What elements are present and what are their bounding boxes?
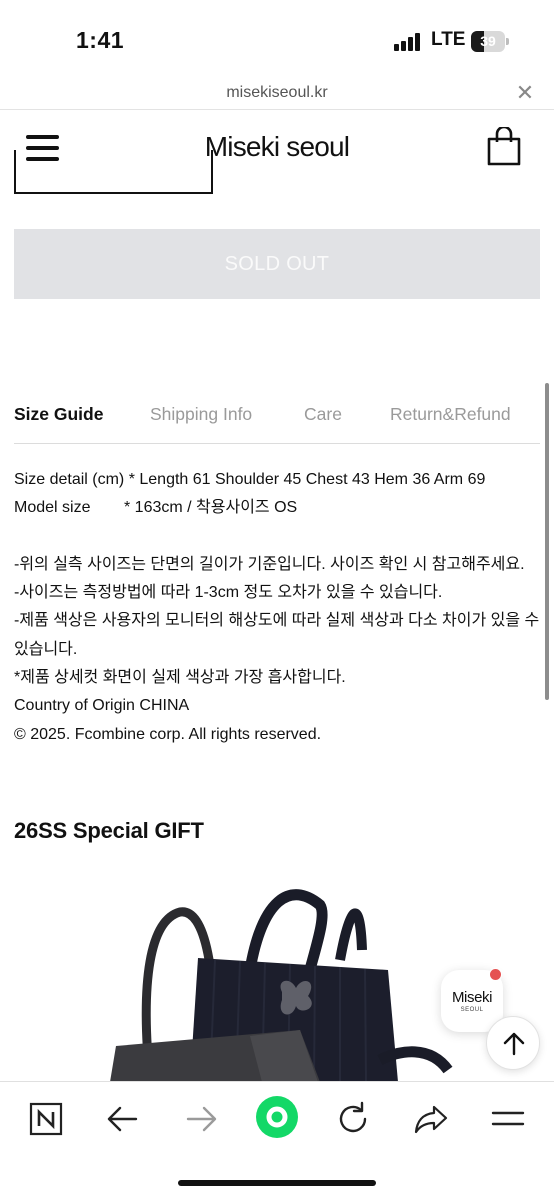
copyright: © 2025. Fcombine corp. All rights reserv…: [14, 725, 322, 743]
floating-logo-subtext: SEOUL: [460, 1007, 484, 1013]
model-size-label: Model size: [14, 499, 91, 517]
size-guide-content: Size detail (cm) * Length 61 Shoulder 45…: [14, 466, 544, 749]
menu-lines-icon[interactable]: [485, 1096, 531, 1142]
close-icon[interactable]: ✕: [514, 80, 536, 106]
battery-level: 39: [480, 33, 496, 49]
back-arrow-icon[interactable]: [100, 1096, 146, 1142]
arrow-up-icon[interactable]: [486, 1016, 540, 1070]
status-bar: 1:41 LTE 39: [0, 0, 554, 78]
sold-out-button: SOLD OUT: [14, 229, 540, 299]
signal-strength-icon: [394, 33, 424, 51]
browser-url-bar[interactable]: misekiseoul.kr ✕: [0, 78, 554, 110]
option-select-box[interactable]: [14, 150, 213, 194]
size-detail: Size detail (cm) * Length 61 Shoulder 45…: [14, 471, 486, 488]
size-note: *제품 상세컷 화면이 실제 색상과 가장 흡사합니다.: [14, 669, 346, 687]
product-info-tabs: Size Guide Shipping Info Care Return&Ref…: [14, 398, 540, 444]
reload-icon[interactable]: [330, 1096, 376, 1142]
naver-n-icon[interactable]: [23, 1096, 69, 1142]
network-type: LTE: [431, 29, 466, 50]
country-of-origin: Country of Origin CHINA: [14, 697, 190, 715]
size-note: -제품 색상은 사용자의 모니터의 해상도에 따라 실제 색상과 다소 차이가 …: [14, 612, 540, 658]
notification-dot: [489, 968, 502, 981]
tab-size-guide[interactable]: Size Guide: [14, 404, 103, 425]
tab-shipping-info[interactable]: Shipping Info: [150, 404, 252, 425]
model-size: Model size * 163cm / 착용사이즈 OS: [14, 494, 544, 522]
size-note: -사이즈는 측정방법에 따라 1-3cm 정도 오차가 있을 수 있습니다.: [14, 584, 443, 602]
url-text[interactable]: misekiseoul.kr: [0, 84, 554, 102]
brand-link[interactable]: Miseki seoul: [205, 131, 350, 162]
floating-logo-text: Miseki: [451, 989, 493, 1006]
page-scrollbar[interactable]: [545, 383, 549, 700]
size-note: -위의 실측 사이즈는 단면의 길이가 기준입니다. 사이즈 확인 시 참고해주…: [14, 555, 525, 573]
green-dot-icon[interactable]: [254, 1094, 300, 1140]
status-time: 1:41: [76, 27, 125, 53]
model-size-value: * 163cm / 착용사이즈 OS: [124, 499, 298, 517]
forward-arrow-icon[interactable]: [178, 1096, 224, 1142]
gift-section-title: 26SS Special GIFT: [14, 818, 204, 843]
battery-icon: 39: [471, 31, 509, 52]
tab-care[interactable]: Care: [304, 404, 342, 425]
home-indicator: [178, 1180, 376, 1186]
tab-return-refund[interactable]: Return&Refund: [390, 404, 511, 425]
shopping-bag-icon[interactable]: [486, 125, 522, 167]
share-icon[interactable]: [408, 1096, 454, 1142]
